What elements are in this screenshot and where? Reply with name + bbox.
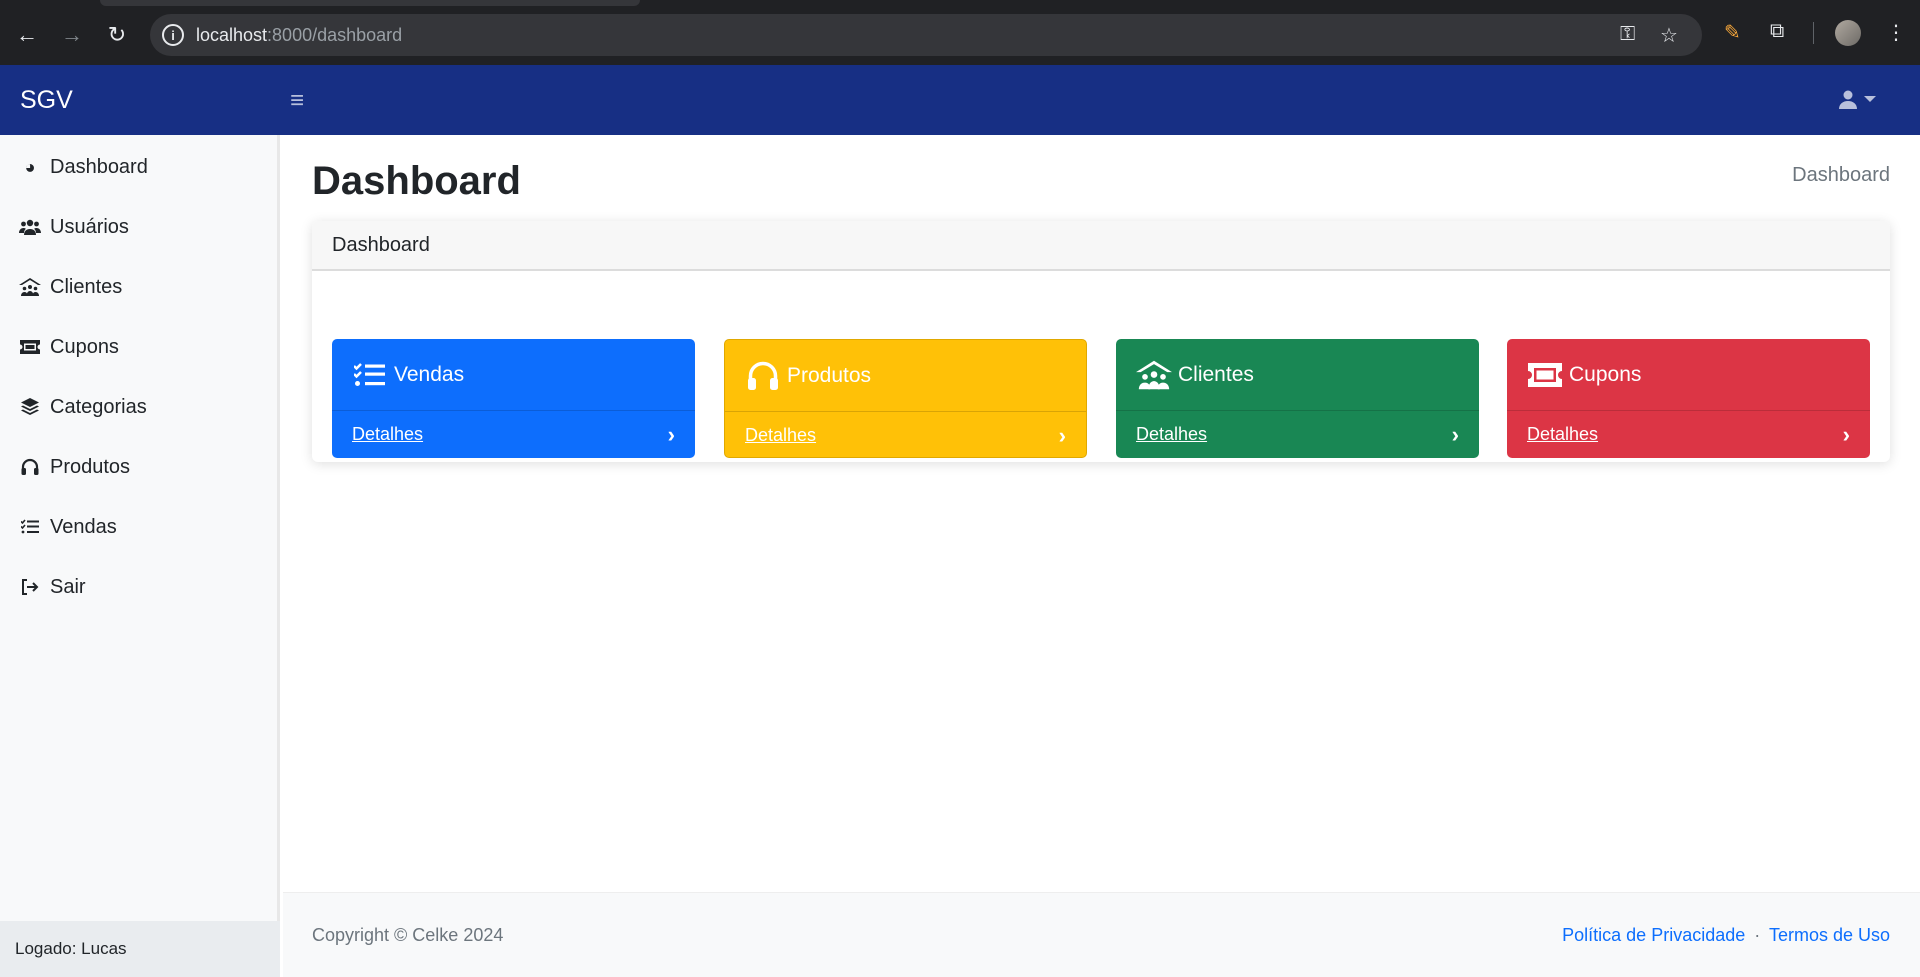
people-roof-icon bbox=[18, 278, 42, 296]
url-host: localhost bbox=[196, 25, 268, 45]
headphones-icon bbox=[745, 358, 781, 394]
sidebar-item-dashboard[interactable]: ◕ Dashboard bbox=[0, 145, 278, 189]
sidebar-item-usuarios[interactable]: Usuários bbox=[0, 205, 278, 249]
tile-produtos: Produtos Detalhes › bbox=[724, 339, 1087, 458]
list-check-icon bbox=[18, 519, 42, 535]
ticket-icon bbox=[18, 340, 42, 354]
tile-vendas: Vendas Detalhes › bbox=[332, 339, 695, 458]
url-text[interactable]: localhost:8000/dashboard bbox=[196, 25, 402, 46]
sidebar-toggle-button[interactable]: ≡ bbox=[290, 87, 304, 115]
profile-avatar[interactable] bbox=[1835, 20, 1861, 46]
main-content: Dashboard Dashboard Dashboard Vendas Det… bbox=[283, 135, 1920, 892]
tile-footer: Detalhes › bbox=[1507, 410, 1870, 458]
star-icon[interactable]: ☆ bbox=[1660, 23, 1678, 48]
user-icon bbox=[1839, 90, 1857, 109]
sidebar-item-label: Vendas bbox=[50, 515, 117, 538]
more-menu-icon[interactable]: ⋮ bbox=[1886, 20, 1906, 45]
details-link[interactable]: Detalhes bbox=[1136, 424, 1207, 445]
sidebar-item-label: Clientes bbox=[50, 275, 123, 298]
url-path: :8000/dashboard bbox=[267, 25, 403, 45]
details-link[interactable]: Detalhes bbox=[745, 425, 816, 446]
arrow-left-icon: ← bbox=[16, 22, 38, 47]
top-navbar: SGV ≡ bbox=[0, 65, 1920, 135]
logged-user-label: Logado: Lucas bbox=[0, 921, 280, 977]
site-info-icon[interactable]: i bbox=[162, 24, 184, 46]
browser-chrome: ← → ↻ i localhost:8000/dashboard ⚿ ☆ ✎ ⧉… bbox=[0, 0, 1920, 65]
sidebar-item-label: Sair bbox=[50, 575, 86, 598]
sidebar-item-produtos[interactable]: Produtos bbox=[0, 445, 278, 489]
sidebar-item-clientes[interactable]: Clientes bbox=[0, 265, 278, 309]
sidebar: ◕ Dashboard Usuários Clientes Cupons Cate… bbox=[0, 135, 280, 977]
chevron-right-icon[interactable]: › bbox=[668, 422, 675, 448]
active-tab[interactable] bbox=[100, 0, 640, 6]
footer-links: Política de Privacidade · Termos de Uso bbox=[1562, 925, 1890, 946]
sidebar-item-sair[interactable]: Sair bbox=[0, 565, 278, 609]
brand-logo[interactable]: SGV bbox=[20, 86, 73, 115]
tile-cupons: Cupons Detalhes › bbox=[1507, 339, 1870, 458]
users-icon bbox=[18, 219, 42, 235]
tile-label: Produtos bbox=[787, 363, 872, 387]
sidebar-item-categorias[interactable]: Categorias bbox=[0, 385, 278, 429]
forward-button[interactable]: → bbox=[55, 18, 89, 52]
tile-body: Clientes bbox=[1116, 339, 1479, 410]
privacy-policy-link[interactable]: Política de Privacidade bbox=[1562, 925, 1745, 945]
ticket-icon bbox=[1527, 357, 1563, 393]
arrow-right-icon: → bbox=[61, 22, 83, 47]
sidebar-item-label: Usuários bbox=[50, 215, 129, 238]
user-menu-dropdown[interactable] bbox=[1838, 89, 1876, 109]
tile-footer: Detalhes › bbox=[332, 410, 695, 458]
headphones-icon bbox=[18, 458, 42, 476]
card-header: Dashboard bbox=[312, 221, 1890, 271]
chevron-right-icon[interactable]: › bbox=[1452, 422, 1459, 448]
details-link[interactable]: Detalhes bbox=[352, 424, 423, 445]
page-footer: Copyright © Celke 2024 Política de Priva… bbox=[283, 892, 1920, 977]
key-icon[interactable]: ⚿ bbox=[1620, 23, 1635, 46]
pen-extension-icon[interactable]: ✎ bbox=[1724, 20, 1741, 45]
tile-label: Cupons bbox=[1569, 362, 1642, 386]
details-link[interactable]: Detalhes bbox=[1527, 424, 1598, 445]
footer-separator: · bbox=[1754, 925, 1761, 945]
page-title: Dashboard bbox=[312, 159, 521, 203]
list-check-icon bbox=[352, 357, 388, 393]
tile-body: Vendas bbox=[332, 339, 695, 410]
toolbar-divider bbox=[1813, 22, 1814, 44]
sign-out-icon bbox=[18, 579, 42, 595]
chevron-right-icon[interactable]: › bbox=[1059, 423, 1066, 449]
breadcrumb: Dashboard bbox=[1792, 164, 1890, 186]
copyright-text: Copyright © Celke 2024 bbox=[312, 925, 504, 945]
tile-footer: Detalhes › bbox=[1116, 410, 1479, 458]
people-roof-icon bbox=[1136, 357, 1172, 393]
extensions-puzzle-icon[interactable]: ⧉ bbox=[1770, 20, 1784, 43]
sidebar-item-label: Categorias bbox=[50, 395, 147, 418]
tab-strip bbox=[0, 0, 1920, 6]
reload-icon: ↻ bbox=[107, 22, 127, 47]
reload-button[interactable]: ↻ bbox=[100, 18, 134, 52]
address-bar[interactable]: i localhost:8000/dashboard ⚿ ☆ bbox=[150, 14, 1702, 56]
hamburger-icon: ≡ bbox=[290, 87, 305, 114]
sidebar-item-label: Dashboard bbox=[50, 155, 148, 178]
sidebar-item-vendas[interactable]: Vendas bbox=[0, 505, 278, 549]
tile-label: Vendas bbox=[394, 362, 465, 386]
chevron-right-icon[interactable]: › bbox=[1843, 422, 1850, 448]
terms-of-use-link[interactable]: Termos de Uso bbox=[1769, 925, 1890, 945]
tile-footer: Detalhes › bbox=[725, 411, 1086, 457]
tile-body: Produtos bbox=[725, 340, 1086, 411]
sidebar-item-label: Produtos bbox=[50, 455, 131, 478]
sidebar-item-label: Cupons bbox=[50, 335, 119, 358]
tile-label: Clientes bbox=[1178, 362, 1254, 386]
tile-clientes: Clientes Detalhes › bbox=[1116, 339, 1479, 458]
gauge-icon: ◕ bbox=[24, 156, 36, 177]
chevron-down-icon bbox=[1864, 96, 1876, 102]
tile-body: Cupons bbox=[1507, 339, 1870, 410]
back-button[interactable]: ← bbox=[10, 18, 44, 52]
sidebar-item-cupons[interactable]: Cupons bbox=[0, 325, 278, 369]
layer-group-icon bbox=[18, 398, 42, 416]
